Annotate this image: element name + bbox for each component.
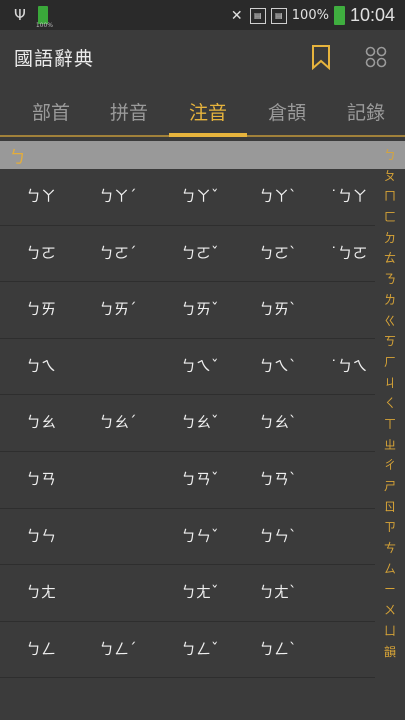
index-letter[interactable]: ㄍ (380, 311, 400, 332)
syllable-item[interactable]: ˙ㄅㄚ (330, 185, 368, 206)
syllable-item[interactable]: ㄅㄛˋ (259, 242, 297, 263)
syllable-item[interactable]: ㄅㄢˇ (181, 468, 219, 489)
syllable-item[interactable]: ㄅㄣ (26, 525, 56, 546)
syllable-item[interactable]: ㄅㄚˇ (181, 185, 219, 206)
index-letter[interactable]: ㄩ (380, 621, 400, 642)
syllable-item[interactable]: ㄅㄣˋ (259, 525, 297, 546)
app-title: 國語辭典 (14, 48, 95, 70)
syllable-item[interactable]: ㄅㄞˋ (259, 298, 297, 319)
tab-pinyin[interactable]: 拼音 (94, 98, 164, 125)
status-left: Ψ 100% (14, 6, 53, 29)
list-row: ㄅㄛ ㄅㄛˊ ㄅㄛˇ ㄅㄛˋ ˙ㄅㄛ (0, 226, 375, 283)
index-letter[interactable]: ㄗ (380, 517, 400, 538)
syllable-item[interactable]: ㄅㄛˊ (99, 242, 137, 263)
syllable-item[interactable]: ㄅㄟˋ (259, 355, 297, 376)
usb-icon: Ψ (14, 6, 26, 24)
index-letter[interactable]: ㄊ (380, 248, 400, 269)
syllable-item[interactable]: ㄅㄠˊ (99, 411, 137, 432)
section-header-label: ㄅ (9, 148, 26, 168)
syllable-item[interactable]: ㄅㄤˋ (259, 581, 297, 602)
syllable-item[interactable]: ㄅㄠˇ (181, 411, 219, 432)
index-letter[interactable]: ㄐ (380, 373, 400, 394)
list-row: ㄅㄟ ㄅㄟˇ ㄅㄟˋ ˙ㄅㄟ (0, 339, 375, 396)
tab-history[interactable]: 記錄 (331, 98, 401, 125)
index-letter[interactable]: ㄋ (380, 269, 400, 290)
clock: 10:04 (349, 5, 395, 25)
syllable-item[interactable]: ㄅㄠˋ (259, 411, 297, 432)
index-letter[interactable]: ㄆ (380, 166, 400, 187)
syllable-item[interactable]: ㄅㄟ (26, 355, 56, 376)
battery-small-label: 100% (35, 22, 53, 29)
index-letter[interactable]: ㄕ (380, 476, 400, 497)
index-letter[interactable]: ㄈ (380, 207, 400, 228)
index-letter[interactable]: ㄔ (380, 455, 400, 476)
syllable-item[interactable]: ㄅㄞ (26, 298, 56, 319)
battery-small-icon: 100% (36, 6, 53, 29)
index-letter[interactable]: ㄑ (380, 393, 400, 414)
status-bar: Ψ 100% ✕ ▤ ▤ 100% 10:04 (0, 0, 405, 30)
syllable-item[interactable]: ㄅㄥˊ (99, 638, 137, 659)
index-letter[interactable]: ㄇ (380, 186, 400, 207)
syllable-item[interactable]: ㄅㄛ (26, 242, 56, 263)
syllable-item[interactable]: ㄅㄢˋ (259, 468, 297, 489)
mute-icon: ✕ (230, 7, 243, 24)
active-tab-indicator (169, 133, 247, 137)
syllable-item[interactable]: ㄅㄟˇ (181, 355, 219, 376)
syllable-item[interactable]: ㄅㄞˇ (181, 298, 219, 319)
list-row: ㄅㄣ ㄅㄣˇ ㄅㄣˋ (0, 509, 375, 566)
section-header: ㄅ (0, 141, 405, 169)
syllable-item[interactable]: ㄅㄞˊ (99, 298, 137, 319)
list-row: ㄅㄞ ㄅㄞˊ ㄅㄞˇ ㄅㄞˋ (0, 282, 375, 339)
syllable-item[interactable]: ㄅㄤˇ (181, 581, 219, 602)
syllable-item[interactable]: ˙ㄅㄟ (330, 355, 368, 376)
tab-cangjie[interactable]: 倉頡 (252, 98, 322, 125)
index-letter[interactable]: ㄉ (380, 228, 400, 249)
index-letter[interactable]: ㄏ (380, 352, 400, 373)
index-letter[interactable]: ㄓ (380, 435, 400, 456)
index-letter[interactable]: ㄨ (380, 600, 400, 621)
syllable-item[interactable]: ㄅㄤ (26, 581, 56, 602)
tab-radical[interactable]: 部首 (16, 98, 86, 125)
syllable-item[interactable]: ㄅㄥˋ (259, 638, 297, 659)
index-letter[interactable]: ㄧ (380, 579, 400, 600)
index-letter[interactable]: ㄖ (380, 497, 400, 518)
syllable-item[interactable]: ㄅㄣˇ (181, 525, 219, 546)
battery-percent: 100% (291, 8, 329, 23)
list-row: ㄅㄤ ㄅㄤˇ ㄅㄤˋ (0, 565, 375, 622)
bookmark-icon[interactable] (310, 44, 332, 70)
list-row: ㄅㄥ ㄅㄥˊ ㄅㄥˇ ㄅㄥˋ (0, 622, 375, 679)
sdcard-icon: ▤ (270, 7, 287, 24)
index-letter[interactable]: 韻 (380, 642, 400, 663)
list-row: ㄅㄠ ㄅㄠˊ ㄅㄠˇ ㄅㄠˋ (0, 395, 375, 452)
zhuyin-index: ㄅㄆㄇㄈㄉㄊㄋㄌㄍㄎㄏㄐㄑㄒㄓㄔㄕㄖㄗㄘㄙㄧㄨㄩ韻 (380, 145, 400, 662)
syllable-item[interactable]: ˙ㄅㄛ (330, 242, 368, 263)
list-row: ㄅㄢ ㄅㄢˇ ㄅㄢˋ (0, 452, 375, 509)
index-letter[interactable]: ㄒ (380, 414, 400, 435)
syllable-item[interactable]: ㄅㄢ (26, 468, 56, 489)
list-row: ㄅㄚ ㄅㄚˊ ㄅㄚˇ ㄅㄚˋ ˙ㄅㄚ (0, 169, 375, 226)
tab-zhuyin[interactable]: 注音 (173, 98, 243, 125)
index-letter[interactable]: ㄅ (380, 145, 400, 166)
syllable-item[interactable]: ㄅㄠ (26, 411, 56, 432)
index-letter[interactable]: ㄘ (380, 538, 400, 559)
index-letter[interactable]: ㄎ (380, 331, 400, 352)
sim-icon: ▤ (249, 7, 266, 24)
syllable-list: ㄅㄚ ㄅㄚˊ ㄅㄚˇ ㄅㄚˋ ˙ㄅㄚ ㄅㄛ ㄅㄛˊ ㄅㄛˇ ㄅㄛˋ ˙ㄅㄛ ㄅㄞ ㄅㄞˊ ㄅㄞˇ ㄅㄞˋ ㄅ… (0, 169, 375, 679)
syllable-item[interactable]: ㄅㄥˇ (181, 638, 219, 659)
tab-bar: 部首 拼音 注音 倉頡 記錄 (0, 88, 405, 136)
syllable-item[interactable]: ㄅㄚˊ (99, 185, 137, 206)
syllable-item[interactable]: ㄅㄚ (26, 185, 56, 206)
menu-grid-icon[interactable] (364, 45, 388, 69)
index-letter[interactable]: ㄌ (380, 290, 400, 311)
syllable-item[interactable]: ㄅㄚˋ (259, 185, 297, 206)
syllable-item[interactable]: ㄅㄛˇ (181, 242, 219, 263)
battery-icon (333, 6, 345, 25)
index-letter[interactable]: ㄙ (380, 559, 400, 580)
app-bar: 國語辭典 (0, 30, 405, 88)
status-right: ✕ ▤ ▤ 100% 10:04 (229, 5, 395, 26)
syllable-item[interactable]: ㄅㄥ (26, 638, 56, 659)
